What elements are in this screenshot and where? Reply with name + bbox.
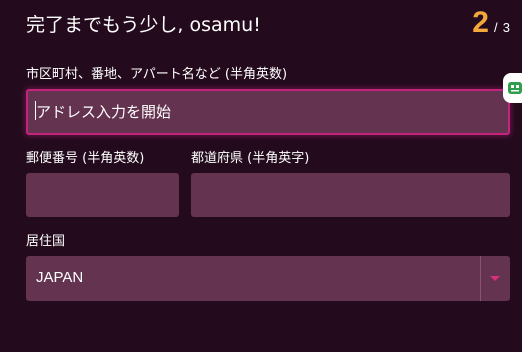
caret-down-icon[interactable] — [490, 276, 500, 281]
step-current: 2 — [472, 6, 489, 39]
prefecture-field[interactable] — [191, 173, 510, 217]
postal-code-input[interactable] — [26, 173, 179, 217]
step-separator: / — [494, 20, 498, 35]
password-manager-icon — [508, 82, 522, 94]
postal-code-label: 郵便番号 (半角英数) — [26, 151, 145, 166]
text-caret — [35, 101, 36, 120]
prefecture-input[interactable] — [191, 173, 510, 217]
address-form-page: 完了までもう少し, osamu! 2 / 3 市区町村、番地、アパート名など (… — [0, 0, 522, 352]
prefecture-label: 都道府県 (半角英字) — [191, 151, 310, 166]
password-manager-badge[interactable] — [503, 73, 522, 103]
step-total: 3 — [502, 20, 510, 35]
address-input[interactable] — [28, 91, 508, 133]
country-selected-value: JAPAN — [36, 269, 84, 286]
step-indicator: 2 / 3 — [472, 6, 510, 40]
postal-code-field[interactable] — [26, 173, 179, 217]
address-field[interactable] — [26, 89, 510, 135]
country-select[interactable]: JAPAN — [26, 256, 510, 301]
select-divider — [480, 256, 481, 301]
address-label: 市区町村、番地、アパート名など (半角英数) — [26, 67, 288, 82]
country-label: 居住国 — [26, 234, 66, 249]
page-title: 完了までもう少し, osamu! — [26, 14, 261, 36]
